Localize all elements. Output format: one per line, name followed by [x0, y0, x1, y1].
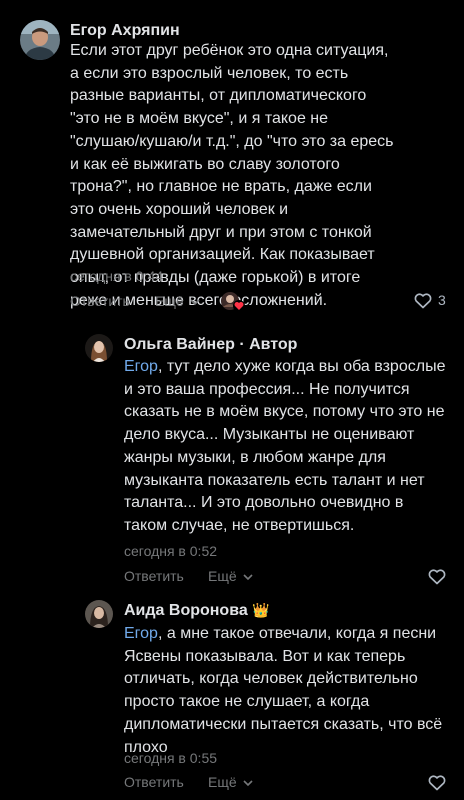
more-button[interactable]: Ещё [208, 568, 253, 584]
like-button[interactable] [428, 775, 446, 791]
like-button[interactable]: 3 [414, 292, 454, 312]
comment-author[interactable]: Аида Воронова 👑 [124, 602, 270, 620]
heart-outline-icon [414, 293, 432, 309]
comment-time[interactable]: сегодня в 0:52 [124, 543, 217, 559]
reply-button[interactable]: Ответить [124, 568, 184, 584]
more-label: Ещё [208, 568, 237, 584]
reply-button[interactable]: Ответить [70, 293, 130, 309]
more-label: Ещё [155, 293, 184, 309]
comment-actions: Ответить Ещё [0, 774, 464, 794]
avatar[interactable] [85, 334, 113, 362]
mention-link[interactable]: Егор [124, 625, 158, 642]
avatar[interactable] [20, 20, 60, 60]
comment-body: , тут дело хуже когда вы оба взрослые и … [124, 358, 446, 534]
like-count: 3 [438, 292, 446, 308]
chevron-down-icon [242, 780, 253, 787]
heart-outline-icon [428, 775, 446, 791]
comment-text: Егор, тут дело хуже когда вы оба взрослы… [124, 356, 449, 538]
comment-author[interactable]: Ольга Вайнер · Автор [124, 336, 297, 354]
comment-time[interactable]: сегодня в 0:55 [124, 750, 217, 766]
comment-actions: Ответить Ещё [0, 568, 464, 588]
comment-body: , а мне такое отвечали, когда я песни Яс… [124, 625, 443, 756]
heart-outline-icon [428, 569, 446, 585]
more-button[interactable]: Ещё [155, 293, 200, 309]
liker-avatar[interactable] [220, 291, 246, 313]
comment-author[interactable]: Егор Ахряпин [70, 22, 180, 40]
chevron-down-icon [189, 299, 200, 306]
more-button[interactable]: Ещё [208, 774, 253, 790]
like-button[interactable] [428, 569, 446, 585]
comment-time[interactable]: сегодня в 0:44 [70, 268, 163, 284]
comment-text: Егор, а мне такое отвечали, когда я песн… [124, 623, 449, 759]
more-label: Ещё [208, 774, 237, 790]
author-name: Аида Воронова [124, 602, 248, 619]
crown-icon: 👑 [252, 602, 270, 618]
chevron-down-icon [242, 574, 253, 581]
avatar[interactable] [85, 600, 113, 628]
mention-link[interactable]: Егор [124, 358, 158, 375]
reply-button[interactable]: Ответить [124, 774, 184, 790]
